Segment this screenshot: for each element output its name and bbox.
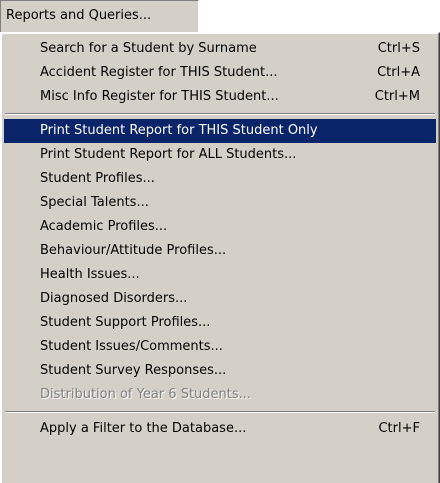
menu-item-student-survey-responses[interactable]: Student Survey Responses... [4,359,436,383]
menu-item-label: Accident Register for THIS Student... [40,65,278,80]
menu-item-print-all-students[interactable]: Print Student Report for ALL Students... [4,143,436,167]
menu-item-label: Student Profiles... [40,171,155,186]
menu-item-label: Health Issues... [40,267,140,282]
menu-item-label: Apply a Filter to the Database... [40,421,247,436]
menu-item-search-by-surname[interactable]: Search for a Student by Surname Ctrl+S [4,37,436,61]
menu-item-shortcut: Ctrl+A [377,65,420,80]
menu-item-shortcut: Ctrl+F [378,421,420,436]
menu-item-label: Student Survey Responses... [40,363,227,378]
menu-item-special-talents[interactable]: Special Talents... [4,191,436,215]
menu-item-label: Diagnosed Disorders... [40,291,188,306]
reports-dropdown-menu: Search for a Student by Surname Ctrl+S A… [0,32,440,483]
menu-item-shortcut: Ctrl+M [374,89,420,104]
menu-item-label: Behaviour/Attitude Profiles... [40,243,227,258]
menu-item-behaviour-attitude-profiles[interactable]: Behaviour/Attitude Profiles... [4,239,436,263]
menu-item-label: Search for a Student by Surname [40,41,257,56]
menu-item-student-support-profiles[interactable]: Student Support Profiles... [4,311,436,335]
menu-item-label: Student Issues/Comments... [40,339,223,354]
menu-item-distribution-year6: Distribution of Year 6 Students... [4,383,436,407]
menu-item-apply-filter[interactable]: Apply a Filter to the Database... Ctrl+F [4,417,436,441]
menu-item-accident-register[interactable]: Accident Register for THIS Student... Ct… [4,61,436,85]
menu-item-label: Distribution of Year 6 Students... [40,387,252,402]
menu-item-print-this-student[interactable]: Print Student Report for THIS Student On… [4,119,436,143]
menu-item-student-issues-comments[interactable]: Student Issues/Comments... [4,335,436,359]
menu-item-label: Print Student Report for ALL Students... [40,147,297,162]
menu-item-academic-profiles[interactable]: Academic Profiles... [4,215,436,239]
menu-separator [4,407,436,417]
menu-item-label: Misc Info Register for THIS Student... [40,89,279,104]
menu-item-label: Academic Profiles... [40,219,168,234]
app-window: Reports and Queries... Search for a Stud… [0,0,440,483]
menu-item-label: Student Support Profiles... [40,315,211,330]
menu-item-diagnosed-disorders[interactable]: Diagnosed Disorders... [4,287,436,311]
menu-item-shortcut: Ctrl+S [377,41,420,56]
menu-item-student-profiles[interactable]: Student Profiles... [4,167,436,191]
menu-list: Search for a Student by Surname Ctrl+S A… [1,33,439,441]
menu-item-label: Print Student Report for THIS Student On… [40,123,318,138]
menu-item-label: Special Talents... [40,195,149,210]
menu-item-health-issues[interactable]: Health Issues... [4,263,436,287]
menu-separator [4,109,436,119]
menu-item-misc-info-register[interactable]: Misc Info Register for THIS Student... C… [4,85,436,109]
menu-reports-and-queries[interactable]: Reports and Queries... [0,0,199,32]
